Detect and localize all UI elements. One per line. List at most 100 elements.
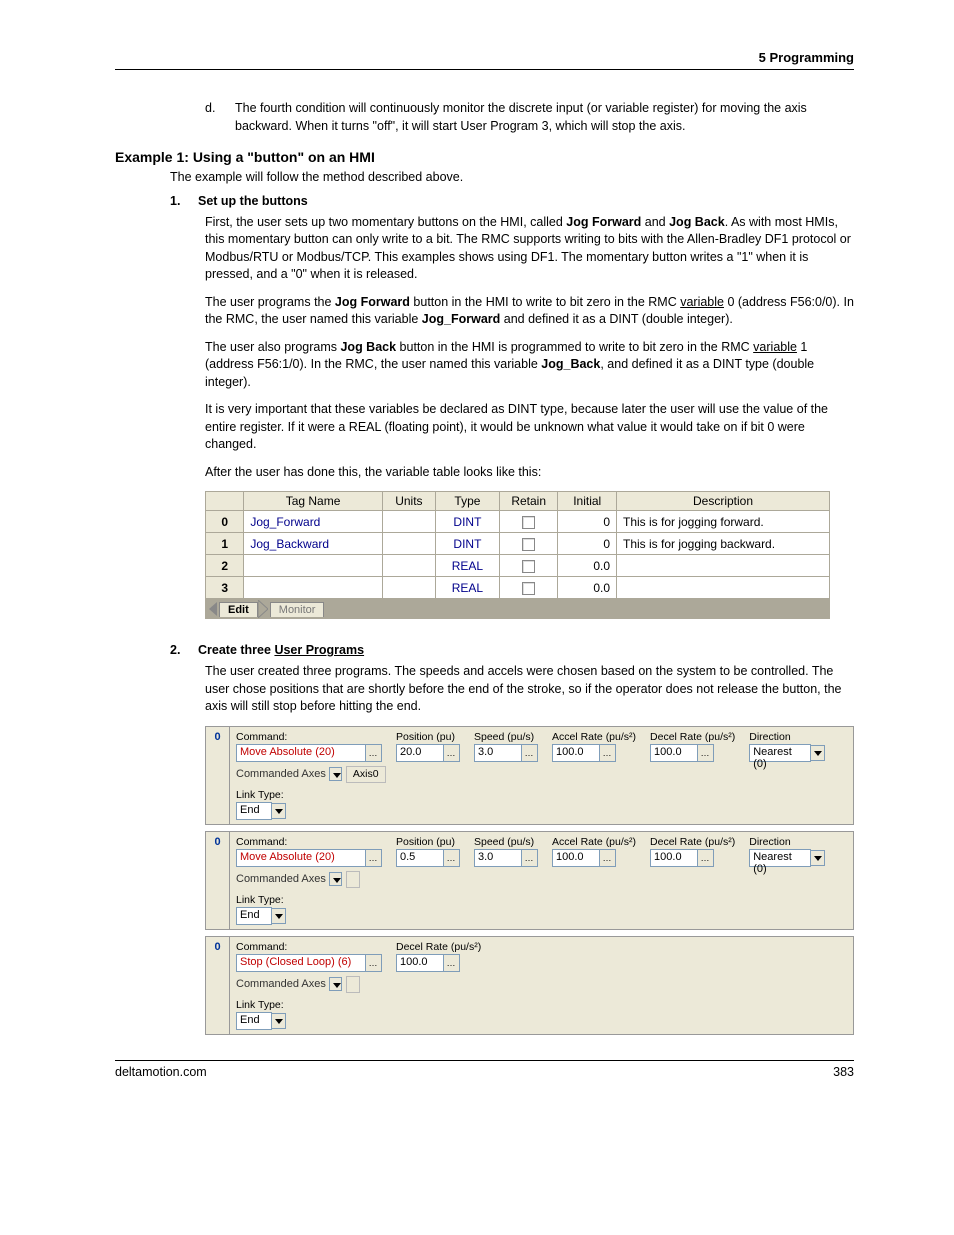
ellipsis-button[interactable]: … [599,849,616,867]
link-type-select[interactable]: End [236,802,272,820]
field-value[interactable]: 0.5 [396,849,444,867]
field-label: Direction [749,731,825,743]
cell-description[interactable]: This is for jogging backward. [617,533,830,555]
table-row: 3REAL0.0 [206,577,830,599]
command-input[interactable]: Stop (Closed Loop) (6) [236,954,366,972]
step1-heading: 1. Set up the buttons [170,194,854,208]
step2-p1: The user created three programs. The spe… [205,663,854,716]
tab-divider-icon [258,600,268,618]
cell-tagname[interactable] [244,577,382,599]
variable-link[interactable]: variable [753,340,797,354]
retain-checkbox[interactable] [522,516,535,529]
cell-tagname[interactable]: Jog_Forward [244,511,382,533]
direction-select[interactable]: Nearest (0) [749,744,811,762]
cell-initial[interactable]: 0.0 [558,577,617,599]
field-label: Decel Rate (pu/s²) [650,731,735,743]
retain-checkbox[interactable] [522,538,535,551]
program-step: 0Command:Move Absolute (20)…Position (pu… [205,726,854,825]
step1-title: Set up the buttons [198,194,308,208]
axis-box[interactable] [346,871,360,888]
field-label: Accel Rate (pu/s²) [552,836,636,848]
cell-retain[interactable] [499,511,558,533]
step1-p2: The user programs the Jog Forward button… [205,294,854,329]
field-label: Position (pu) [396,731,460,743]
cell-description[interactable]: This is for jogging forward. [617,511,830,533]
field-label: Link Type: [236,894,847,906]
cell-retain[interactable] [499,577,558,599]
retain-checkbox[interactable] [522,560,535,573]
list-item-d: d. The fourth condition will continuousl… [205,100,854,135]
commanded-axes-label: Commanded Axes [236,873,326,885]
cell-type[interactable]: REAL [435,577,499,599]
ellipsis-button[interactable]: … [697,849,714,867]
cell-type[interactable]: REAL [435,555,499,577]
cell-units[interactable] [382,511,435,533]
dropdown-button[interactable] [329,977,342,991]
table-row: 2REAL0.0 [206,555,830,577]
cell-retain[interactable] [499,533,558,555]
cell-units[interactable] [382,533,435,555]
page-footer: deltamotion.com 383 [115,1060,854,1079]
cell-initial[interactable]: 0.0 [558,555,617,577]
field-label: Link Type: [236,999,847,1011]
ellipsis-button[interactable]: … [521,744,538,762]
row-index: 0 [206,511,244,533]
field-value[interactable]: 100.0 [552,744,600,762]
command-input[interactable]: Move Absolute (20) [236,744,366,762]
dropdown-button[interactable] [271,908,286,924]
link-type-select[interactable]: End [236,1012,272,1030]
commanded-axes-label: Commanded Axes [236,978,326,990]
dropdown-button[interactable] [329,767,342,781]
variable-table: Tag Name Units Type Retain Initial Descr… [205,491,854,619]
cell-type[interactable]: DINT [435,511,499,533]
cell-units[interactable] [382,555,435,577]
tab-edit[interactable]: Edit [219,602,258,617]
cell-retain[interactable] [499,555,558,577]
ellipsis-button[interactable]: … [365,849,382,867]
field-value[interactable]: 100.0 [552,849,600,867]
cell-units[interactable] [382,577,435,599]
commanded-axes-label: Commanded Axes [236,768,326,780]
retain-checkbox[interactable] [522,582,535,595]
tab-monitor[interactable]: Monitor [270,602,325,617]
step-index: 0 [206,937,230,1034]
cell-description[interactable] [617,577,830,599]
field-value[interactable]: 20.0 [396,744,444,762]
field-value[interactable]: 100.0 [396,954,444,972]
dropdown-button[interactable] [810,850,825,866]
field-value[interactable]: 3.0 [474,744,522,762]
ellipsis-button[interactable]: … [365,744,382,762]
link-type-select[interactable]: End [236,907,272,925]
cell-tagname[interactable] [244,555,382,577]
dropdown-button[interactable] [271,803,286,819]
ellipsis-button[interactable]: … [443,954,460,972]
dropdown-button[interactable] [271,1013,286,1029]
field-value[interactable]: 3.0 [474,849,522,867]
ellipsis-button[interactable]: … [697,744,714,762]
direction-select[interactable]: Nearest (0) [749,849,811,867]
example-heading: Example 1: Using a "button" on an HMI [115,149,854,165]
user-programs-link[interactable]: User Programs [274,643,364,657]
ellipsis-button[interactable]: … [521,849,538,867]
axis-box[interactable]: Axis0 [346,766,386,783]
field-value[interactable]: 100.0 [650,849,698,867]
field-label: Link Type: [236,789,847,801]
variable-link[interactable]: variable [680,295,724,309]
dropdown-button[interactable] [329,872,342,886]
command-input[interactable]: Move Absolute (20) [236,849,366,867]
field-value[interactable]: 100.0 [650,744,698,762]
footer-left: deltamotion.com [115,1065,207,1079]
cell-tagname[interactable]: Jog_Backward [244,533,382,555]
cell-description[interactable] [617,555,830,577]
program-steps: 0Command:Move Absolute (20)…Position (pu… [205,726,854,1035]
ellipsis-button[interactable]: … [443,849,460,867]
ellipsis-button[interactable]: … [443,744,460,762]
axis-box[interactable] [346,976,360,993]
cell-initial[interactable]: 0 [558,511,617,533]
cell-type[interactable]: DINT [435,533,499,555]
field-label: Decel Rate (pu/s²) [650,836,735,848]
cell-initial[interactable]: 0 [558,533,617,555]
ellipsis-button[interactable]: … [599,744,616,762]
dropdown-button[interactable] [810,745,825,761]
ellipsis-button[interactable]: … [365,954,382,972]
